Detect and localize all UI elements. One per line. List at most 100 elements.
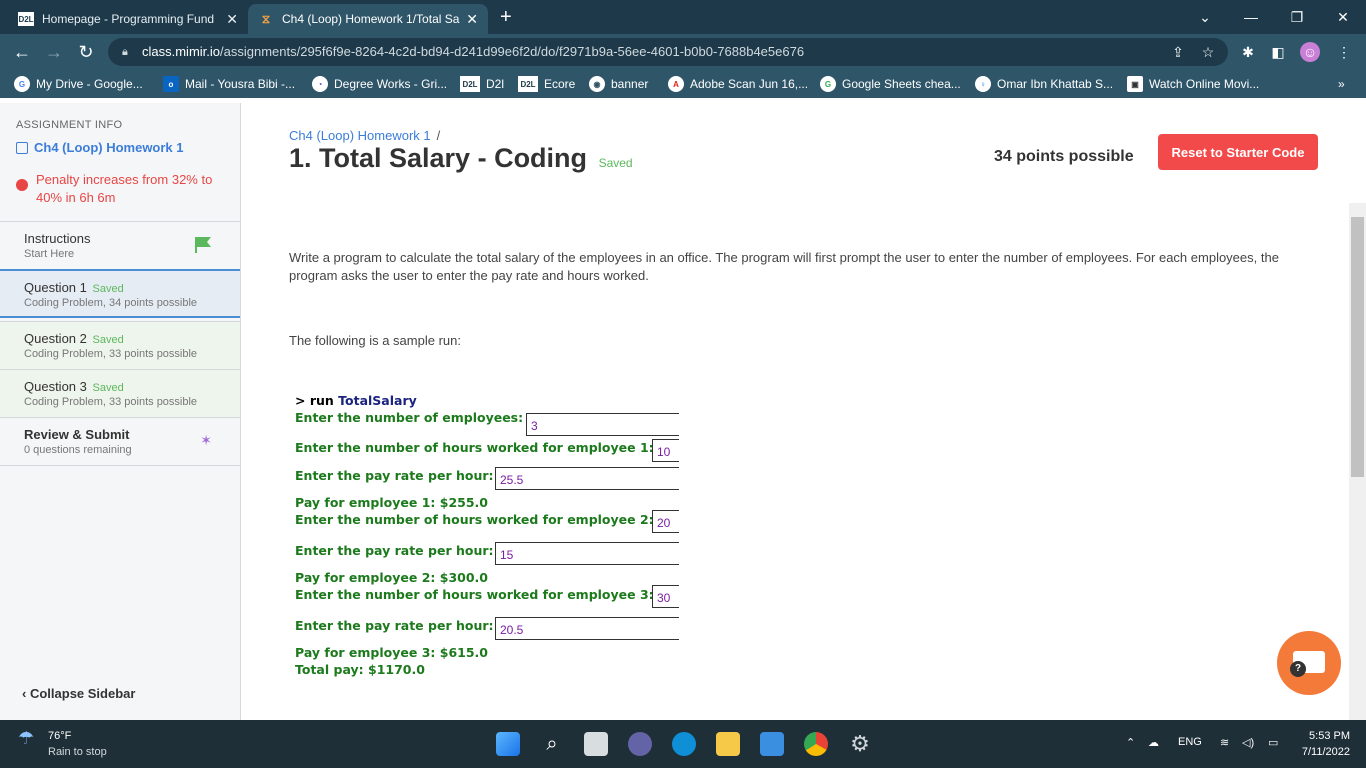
browser-tab-bar: D2L Homepage - Programming Fund ✕ ⧖ Ch4 … <box>0 0 1366 34</box>
tab-homepage[interactable]: D2L Homepage - Programming Fund ✕ <box>8 4 248 34</box>
close-window-icon[interactable]: ✕ <box>1320 0 1366 34</box>
prompt-line: Enter the number of employees: 3 <box>295 410 685 437</box>
back-icon[interactable]: ← <box>10 41 34 63</box>
settings-gear-icon[interactable]: ⚙ <box>848 732 872 756</box>
extensions-icon[interactable]: ✱ <box>1238 42 1258 62</box>
star-icon[interactable]: ☆ <box>1198 42 1218 62</box>
output-line: Pay for employee 2: $300.0 <box>295 570 488 585</box>
chevron-up-icon[interactable]: ⌃ <box>1126 736 1135 749</box>
task-view-icon[interactable] <box>584 732 608 756</box>
rain-icon: ☂ <box>18 728 35 748</box>
tab-label: Ch4 (Loop) Homework 1/Total Sa <box>282 12 460 26</box>
degree-works-icon: ◔ <box>312 76 328 92</box>
flag-icon <box>195 237 211 253</box>
saved-badge: Saved <box>598 156 633 170</box>
prompt-line: Enter the number of hours worked for emp… <box>295 437 685 465</box>
run-command: > run TotalSalary <box>295 393 417 408</box>
prompt-line: Enter the number of hours worked for emp… <box>295 510 685 540</box>
saved-badge: Saved <box>92 283 124 295</box>
sample-input-box: 20.5 <box>495 617 679 640</box>
prompt-line: Enter the pay rate per hour: 15 <box>295 540 685 568</box>
menu-icon[interactable]: ⋮ <box>1334 42 1354 62</box>
file-explorer-icon[interactable] <box>716 732 740 756</box>
breadcrumb-link[interactable]: Ch4 (Loop) Homework 1 <box>289 128 431 143</box>
d2l-icon: D2L <box>18 12 34 26</box>
bookmark-item[interactable]: D2L D2l <box>460 74 504 94</box>
url-path: /assignments/295f6f9e-8264-4c2d-bd94-d24… <box>220 44 805 59</box>
store-icon[interactable] <box>760 732 784 756</box>
bookmark-item[interactable]: ◉ banner <box>589 74 648 94</box>
bookmark-item[interactable]: A Adobe Scan Jun 16,... <box>668 74 808 94</box>
outlook-icon: o <box>163 76 179 92</box>
output-line: Pay for employee 1: $255.0 <box>295 495 488 510</box>
bookmark-item[interactable]: o Mail - Yousra Bibi -... <box>163 74 295 94</box>
lock-icon: 🔒︎ <box>122 46 128 58</box>
browser-toolbar: ← → ↻ 🔒︎ class.mimir.io/assignments/295f… <box>0 34 1366 70</box>
chat-app-icon[interactable] <box>628 732 652 756</box>
points-possible: 34 points possible <box>994 148 1134 165</box>
homework-link[interactable]: Ch4 (Loop) Homework 1 <box>16 140 224 155</box>
adobe-icon: A <box>668 76 684 92</box>
sidepanel-icon[interactable]: ◧ <box>1268 42 1288 62</box>
restore-icon[interactable]: ❐ <box>1274 0 1320 34</box>
page-scrollbar[interactable] <box>1349 203 1366 720</box>
forward-icon[interactable]: → <box>42 41 66 63</box>
sample-input-box: 15 <box>495 542 679 565</box>
language-indicator[interactable]: ENG <box>1178 736 1202 748</box>
sample-run: > run TotalSalary Enter the number of em… <box>295 393 685 679</box>
sidebar-item-instructions[interactable]: Instructions Start Here <box>0 221 240 270</box>
share-icon[interactable]: ⇪ <box>1168 42 1188 62</box>
edge-icon[interactable] <box>672 732 696 756</box>
saved-badge: Saved <box>92 382 124 394</box>
tab-homework[interactable]: ⧖ Ch4 (Loop) Homework 1/Total Sa ✕ <box>248 4 488 34</box>
collapse-sidebar-button[interactable]: ‹ Collapse Sidebar <box>22 686 135 701</box>
sample-input-box: 3 <box>526 413 679 436</box>
d2l-icon: D2L <box>518 76 538 92</box>
saved-badge: Saved <box>92 334 124 346</box>
address-bar[interactable]: 🔒︎ class.mimir.io/assignments/295f6f9e-8… <box>108 38 1228 66</box>
sidebar-item-review-submit[interactable]: Review & Submit 0 questions remaining ✶ <box>0 417 240 466</box>
google-icon: G <box>820 76 836 92</box>
new-tab-icon[interactable]: + <box>500 6 512 29</box>
chevron-down-icon[interactable]: ⌄ <box>1182 0 1228 34</box>
output-line: Pay for employee 3: $615.0 <box>295 645 488 660</box>
bookmark-item[interactable]: ◔ Degree Works - Gri... <box>312 74 447 94</box>
bookmark-item[interactable]: G Google Sheets chea... <box>820 74 961 94</box>
profile-avatar[interactable]: ☺ <box>1300 42 1320 62</box>
weather-widget[interactable]: ☂ 76°F Rain to stop <box>18 728 107 760</box>
sidebar-item-question-3[interactable]: Question 3 Saved Coding Problem, 33 poin… <box>0 369 240 418</box>
sidebar-item-question-1[interactable]: Question 1 Saved Coding Problem, 34 poin… <box>0 269 240 318</box>
close-icon[interactable]: ✕ <box>466 11 478 28</box>
system-clock[interactable]: 5:53 PM 7/11/2022 <box>1302 728 1350 760</box>
sample-intro: The following is a sample run: <box>289 333 461 348</box>
battery-icon[interactable]: ▭ <box>1268 736 1278 749</box>
close-icon[interactable]: ✕ <box>226 11 238 28</box>
sample-input-box: 10 <box>652 439 679 462</box>
bookmark-item[interactable]: G My Drive - Google... <box>14 74 143 94</box>
section-label: ASSIGNMENT INFO <box>16 119 123 131</box>
party-icon: ✶ <box>200 432 212 448</box>
search-icon[interactable]: ⌕ <box>540 732 564 756</box>
windows-start-icon[interactable] <box>496 732 520 756</box>
bookmarks-bar: G My Drive - Google... o Mail - Yousra Bib… <box>0 70 1366 98</box>
wifi-icon[interactable]: ≋ <box>1220 736 1229 749</box>
volume-icon[interactable]: ◁) <box>1242 736 1254 749</box>
minimize-icon[interactable]: — <box>1228 0 1274 34</box>
question-icon: ? <box>1290 661 1306 677</box>
bookmark-item[interactable]: ▣ Watch Online Movi... <box>1127 74 1259 94</box>
sidebar-item-question-2[interactable]: Question 2 Saved Coding Problem, 33 poin… <box>0 321 240 370</box>
tab-label: Homepage - Programming Fund <box>42 12 215 26</box>
prompt-line: Enter the pay rate per hour: 25.5 <box>295 465 685 493</box>
scrollbar-thumb[interactable] <box>1351 217 1364 477</box>
windows-taskbar: ☂ 76°F Rain to stop ⌕ ⚙ ⌃ ☁ ENG ≋ ◁) ▭ 5… <box>0 720 1366 768</box>
chrome-icon[interactable] <box>804 732 828 756</box>
reset-to-starter-code-button[interactable]: Reset to Starter Code <box>1158 134 1318 170</box>
more-bookmarks-icon[interactable]: » <box>1338 74 1345 94</box>
calendar-icon <box>16 141 28 154</box>
reload-icon[interactable]: ↻ <box>74 41 98 63</box>
help-chat-button[interactable]: ? <box>1277 631 1341 695</box>
bookmark-item[interactable]: D2L Ecore <box>518 74 575 94</box>
prompt-line: Enter the pay rate per hour: 20.5 <box>295 615 685 643</box>
bookmark-item[interactable]: ♀ Omar Ibn Khattab S... <box>975 74 1113 94</box>
onedrive-icon[interactable]: ☁ <box>1148 736 1159 749</box>
